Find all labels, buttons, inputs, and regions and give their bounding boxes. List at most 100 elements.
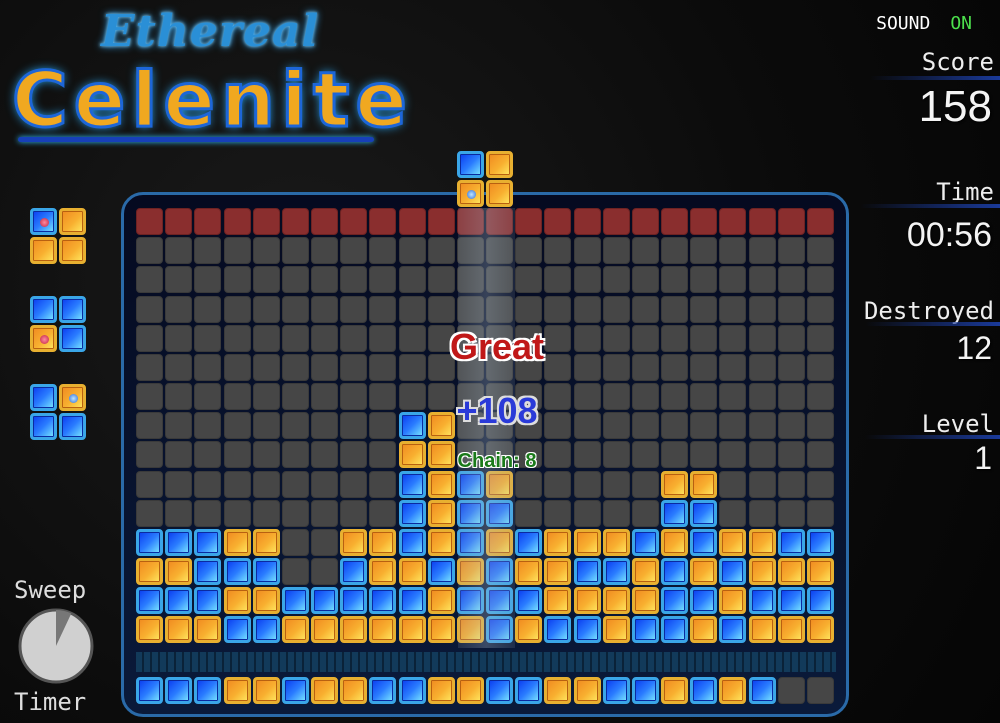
orange-block <box>165 616 193 644</box>
orange-block <box>427 677 455 704</box>
timer-label: Timer <box>14 688 87 716</box>
empty-cell <box>281 353 309 381</box>
empty-cell <box>602 295 630 323</box>
blue-block <box>281 587 309 615</box>
blue-block <box>136 528 163 556</box>
orange-block <box>544 528 572 556</box>
blue-block <box>456 151 484 178</box>
orange-block <box>806 616 834 644</box>
orange-block <box>340 677 368 704</box>
orange-block <box>602 528 630 556</box>
empty-cell <box>573 470 601 498</box>
empty-cell <box>311 383 339 411</box>
empty-cell <box>777 237 805 265</box>
top-limit-cell <box>486 208 514 235</box>
empty-cell <box>515 237 543 265</box>
empty-cell <box>136 266 163 294</box>
top-limit-cell <box>719 208 747 235</box>
empty-cell <box>252 383 280 411</box>
empty-cell <box>777 295 805 323</box>
empty-cell <box>369 295 397 323</box>
empty-cell <box>748 412 776 440</box>
orange-block <box>544 558 572 586</box>
empty-cell <box>427 266 455 294</box>
empty-cell <box>252 499 280 527</box>
orange-block <box>136 558 163 586</box>
sound-toggle[interactable]: SOUND ON <box>876 13 972 34</box>
blue-block <box>194 587 222 615</box>
orange-block <box>223 677 251 704</box>
empty-cell <box>806 441 834 469</box>
empty-cell <box>281 412 309 440</box>
orange-block <box>690 558 718 586</box>
empty-cell <box>165 295 193 323</box>
orange-block <box>515 558 543 586</box>
orange-block <box>252 587 280 615</box>
empty-cell <box>223 499 251 527</box>
empty-cell <box>631 353 659 381</box>
sweep-line-track <box>136 652 836 672</box>
empty-cell <box>136 441 163 469</box>
blue-block <box>252 616 280 644</box>
blue-block <box>515 677 543 704</box>
empty-cell <box>340 470 368 498</box>
empty-cell <box>165 383 193 411</box>
empty-cell <box>719 324 747 352</box>
empty-cell <box>136 470 163 498</box>
orange-block <box>165 558 193 586</box>
blue-block <box>30 384 57 411</box>
orange-block <box>30 325 57 352</box>
empty-cell <box>631 499 659 527</box>
blue-block <box>165 587 193 615</box>
rating-popup: Great <box>449 326 545 367</box>
blue-block <box>777 587 805 615</box>
blue-block <box>602 677 630 704</box>
orange-block <box>573 587 601 615</box>
orange-block <box>719 528 747 556</box>
empty-cell <box>661 412 689 440</box>
sound-state[interactable]: ON <box>950 13 972 34</box>
empty-cell <box>311 237 339 265</box>
empty-cell <box>281 528 309 556</box>
empty-cell <box>136 383 163 411</box>
blue-block <box>456 587 484 615</box>
blue-block <box>340 558 368 586</box>
orange-block <box>369 616 397 644</box>
empty-cell <box>661 266 689 294</box>
empty-cell <box>544 266 572 294</box>
top-limit-cell <box>223 208 251 235</box>
empty-cell <box>748 295 776 323</box>
orange-block <box>456 677 484 704</box>
empty-cell <box>281 266 309 294</box>
empty-cell <box>281 383 309 411</box>
empty-cell <box>369 470 397 498</box>
orange-block <box>515 616 543 644</box>
empty-cell <box>136 353 163 381</box>
empty-cell <box>806 677 834 704</box>
empty-cell <box>311 353 339 381</box>
blue-block <box>311 587 339 615</box>
orange-block <box>340 528 368 556</box>
blue-block <box>661 616 689 644</box>
top-limit-cell <box>777 208 805 235</box>
empty-cell <box>719 470 747 498</box>
empty-cell <box>311 499 339 527</box>
empty-cell <box>252 412 280 440</box>
empty-cell <box>136 499 163 527</box>
empty-cell <box>690 266 718 294</box>
empty-cell <box>777 353 805 381</box>
empty-cell <box>281 295 309 323</box>
empty-cell <box>690 383 718 411</box>
orange-block <box>486 470 514 498</box>
empty-cell <box>777 441 805 469</box>
empty-cell <box>602 266 630 294</box>
blue-block <box>136 587 163 615</box>
empty-cell <box>719 412 747 440</box>
empty-cell <box>311 528 339 556</box>
blue-block <box>194 558 222 586</box>
empty-cell <box>194 237 222 265</box>
empty-cell <box>311 295 339 323</box>
empty-cell <box>777 324 805 352</box>
destroyed-divider <box>865 322 1000 326</box>
blue-block <box>690 499 718 527</box>
